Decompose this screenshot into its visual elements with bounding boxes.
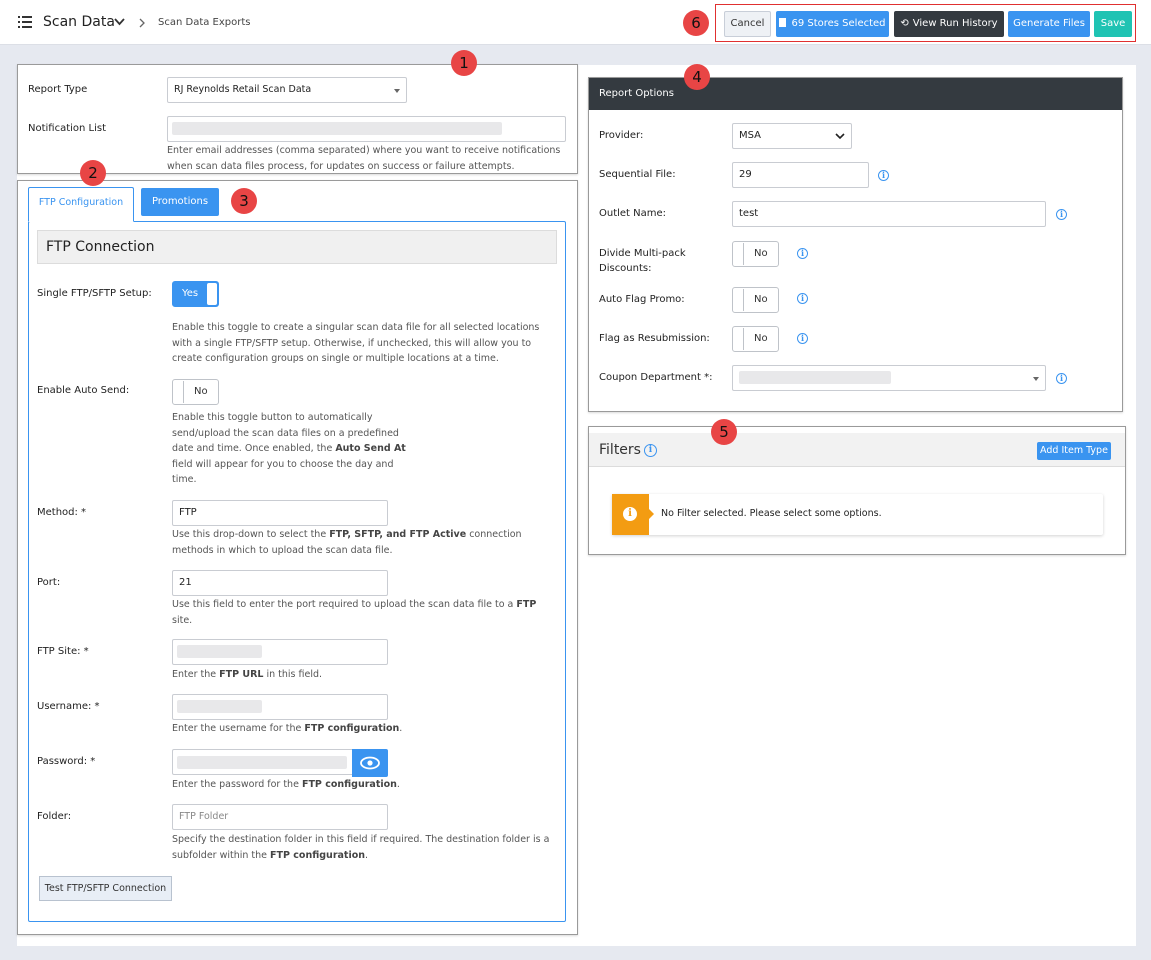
auto-send-toggle[interactable]: No <box>172 379 219 405</box>
ftp-site-label: FTP Site: * <box>37 646 89 657</box>
info-icon[interactable]: i <box>878 170 889 181</box>
show-password-button[interactable] <box>352 749 388 777</box>
username-label: Username: * <box>37 701 100 712</box>
callout-badge-6: 6 <box>683 10 709 36</box>
callout-badge-3: 3 <box>231 188 257 214</box>
report-options-header: Report Options <box>589 78 1122 110</box>
info-icon[interactable]: i <box>644 444 657 457</box>
callout-badge-1: 1 <box>451 50 477 76</box>
ftp-site-input[interactable] <box>172 639 388 665</box>
coupon-department-label: Coupon Department *: <box>599 372 713 383</box>
ftp-connection-header: FTP Connection <box>37 230 557 264</box>
info-icon[interactable]: i <box>1056 373 1067 384</box>
info-icon[interactable]: i <box>797 248 808 259</box>
info-icon[interactable]: i <box>797 333 808 344</box>
port-help: Use this field to enter the port require… <box>172 599 537 626</box>
method-label: Method: * <box>37 507 87 518</box>
callout-badge-2: 2 <box>80 160 106 186</box>
report-type-label: Report Type <box>28 84 88 95</box>
notification-list-label: Notification List <box>28 123 107 134</box>
username-input[interactable] <box>172 694 388 720</box>
folder-input[interactable]: FTP Folder <box>172 804 388 830</box>
folder-help: Specify the destination folder in this f… <box>172 834 550 861</box>
breadcrumb-current-page: Scan Data Exports <box>158 17 251 28</box>
auto-send-help: Enable this toggle button to automatical… <box>172 412 406 485</box>
notification-list-input[interactable] <box>167 116 566 142</box>
sequential-file-label: Sequential File: <box>599 169 676 180</box>
divide-multipack-label: Divide Multi-pack Discounts: <box>599 248 686 274</box>
provider-select[interactable]: MSA <box>732 123 852 149</box>
store-icon <box>779 18 787 27</box>
port-input[interactable]: 21 <box>172 570 388 596</box>
method-help: Use this drop-down to select the FTP, SF… <box>172 529 522 556</box>
flag-resubmission-label: Flag as Resubmission: <box>599 333 710 344</box>
caret-down-icon <box>1033 377 1039 381</box>
add-item-type-button[interactable]: Add Item Type <box>1037 442 1111 460</box>
history-icon: ⟲ <box>900 18 909 29</box>
report-type-select[interactable]: RJ Reynolds Retail Scan Data <box>167 77 407 103</box>
outlet-name-input[interactable]: test <box>732 201 1046 227</box>
cancel-button[interactable]: Cancel <box>724 11 771 37</box>
report-options-panel <box>588 77 1123 412</box>
coupon-department-select[interactable] <box>732 365 1046 391</box>
port-label: Port: <box>37 577 61 588</box>
callout-badge-4: 4 <box>684 64 710 90</box>
eye-icon <box>360 756 380 770</box>
single-ftp-help: Enable this toggle to create a singular … <box>172 322 540 364</box>
password-label: Password: * <box>37 756 96 767</box>
generate-files-button[interactable]: Generate Files <box>1008 11 1090 37</box>
folder-label: Folder: <box>37 811 72 822</box>
callout-badge-5: 5 <box>711 419 737 445</box>
divide-multipack-toggle[interactable]: No <box>732 241 779 267</box>
info-icon[interactable]: i <box>797 293 808 304</box>
chevron-down-icon[interactable] <box>114 18 125 26</box>
app-title[interactable]: Scan Data <box>43 14 115 30</box>
info-icon[interactable]: i <box>1056 209 1067 220</box>
breadcrumb-separator-icon <box>139 18 145 28</box>
stores-selected-button[interactable]: 69 Stores Selected <box>776 11 889 37</box>
caret-down-icon <box>394 89 400 93</box>
view-run-history-button[interactable]: ⟲ View Run History <box>894 11 1004 37</box>
auto-flag-promo-label: Auto Flag Promo: <box>599 294 685 305</box>
save-button[interactable]: Save <box>1094 11 1132 37</box>
chevron-down-icon <box>835 133 845 140</box>
username-help: Enter the username for the FTP configura… <box>172 723 403 734</box>
single-ftp-label: Single FTP/SFTP Setup: <box>37 288 152 299</box>
outlet-name-label: Outlet Name: <box>599 208 667 219</box>
ftp-site-help: Enter the FTP URL in this field. <box>172 669 323 680</box>
tab-ftp-configuration[interactable]: FTP Configuration <box>28 187 134 222</box>
info-icon: i <box>623 507 637 521</box>
list-icon[interactable] <box>18 16 32 28</box>
method-select[interactable]: FTP <box>172 500 388 526</box>
sequential-file-input[interactable]: 29 <box>732 162 869 188</box>
flag-resubmission-toggle[interactable]: No <box>732 326 779 352</box>
empty-filter-message: No Filter selected. Please select some o… <box>661 508 882 519</box>
provider-label: Provider: <box>599 130 644 141</box>
password-input[interactable] <box>172 749 354 775</box>
warning-strip: i <box>612 494 654 535</box>
auto-send-label: Enable Auto Send: <box>37 385 130 396</box>
filters-title: Filters <box>599 442 641 458</box>
test-connection-button[interactable]: Test FTP/SFTP Connection <box>39 876 172 901</box>
password-help: Enter the password for the FTP configura… <box>172 779 400 790</box>
tab-promotions[interactable]: Promotions <box>141 188 219 216</box>
auto-flag-promo-toggle[interactable]: No <box>732 287 779 313</box>
single-ftp-toggle[interactable]: Yes <box>172 281 219 307</box>
notification-list-help: Enter email addresses (comma separated) … <box>167 145 561 172</box>
